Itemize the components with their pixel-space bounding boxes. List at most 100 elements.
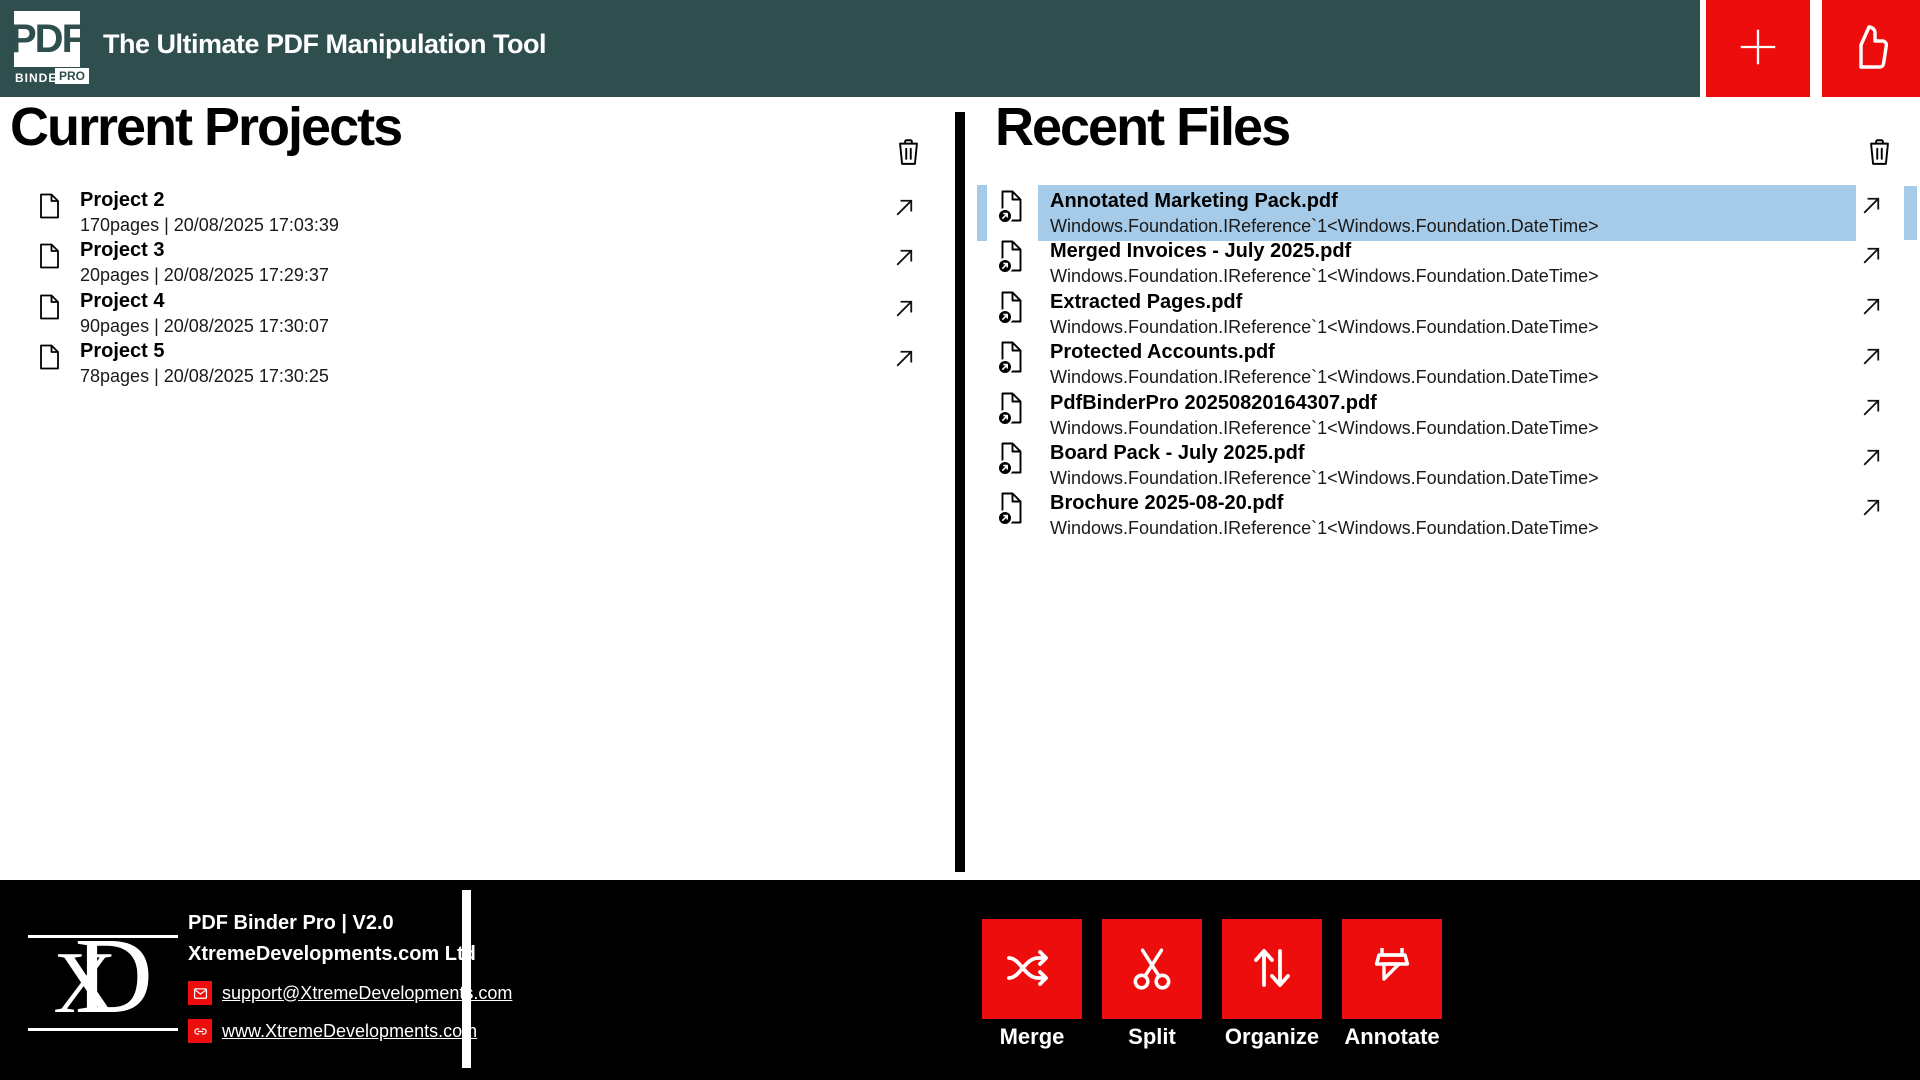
annotate-icon xyxy=(1366,942,1418,997)
file-name: PdfBinderPro 20250820164307.pdf xyxy=(1050,391,1856,416)
split-label: Split xyxy=(1102,1024,1202,1050)
link-icon xyxy=(188,1019,212,1043)
open-arrow-icon xyxy=(1858,409,1885,424)
recent-file-item[interactable]: PdfBinderPro 20250820164307.pdf Windows.… xyxy=(960,388,1920,438)
file-text: Brochure 2025-08-20.pdf Windows.Foundati… xyxy=(1038,487,1856,543)
project-list-item[interactable]: Project 4 90pages | 20/08/2025 17:30:07 xyxy=(0,289,955,339)
annotate-label: Annotate xyxy=(1342,1024,1442,1050)
clear-projects-button[interactable] xyxy=(893,136,923,170)
clear-recent-files-button[interactable] xyxy=(1864,136,1894,170)
project-list-item[interactable]: Project 2 170pages | 20/08/2025 17:03:39 xyxy=(0,188,955,238)
merge-icon xyxy=(1003,943,1061,996)
project-meta: 90pages | 20/08/2025 17:30:07 xyxy=(80,314,329,338)
project-meta: 170pages | 20/08/2025 17:03:39 xyxy=(80,213,339,237)
file-meta: Windows.Foundation.IReference`1<Windows.… xyxy=(1050,365,1856,389)
document-share-icon xyxy=(997,189,1025,229)
file-name: Extracted Pages.pdf xyxy=(1050,290,1856,315)
open-project-button[interactable] xyxy=(891,295,918,325)
open-file-button[interactable] xyxy=(1858,293,1885,323)
file-meta: Windows.Foundation.IReference`1<Windows.… xyxy=(1050,466,1856,490)
plus-icon xyxy=(1735,24,1781,73)
document-share-icon xyxy=(997,340,1025,380)
open-arrow-icon xyxy=(1858,257,1885,272)
file-meta: Windows.Foundation.IReference`1<Windows.… xyxy=(1050,315,1856,339)
file-text: PdfBinderPro 20250820164307.pdf Windows.… xyxy=(1038,387,1856,443)
file-text: Merged Invoices - July 2025.pdf Windows.… xyxy=(1038,235,1856,291)
open-arrow-icon xyxy=(1858,308,1885,323)
file-name: Board Pack - July 2025.pdf xyxy=(1050,441,1856,466)
pdf-binder-pro-window: PDF BINDER PRO The Ultimate PDF Manipula… xyxy=(0,0,1920,1080)
project-meta: 20pages | 20/08/2025 17:29:37 xyxy=(80,263,329,287)
open-file-button[interactable] xyxy=(1858,192,1885,222)
file-name: Brochure 2025-08-20.pdf xyxy=(1050,491,1856,516)
document-icon xyxy=(38,293,61,326)
project-text: Project 3 20pages | 20/08/2025 17:29:37 xyxy=(80,238,329,287)
annotate-action: Annotate xyxy=(1342,919,1442,1050)
xtreme-developments-logo: XD xyxy=(28,935,178,1031)
open-file-button[interactable] xyxy=(1858,494,1885,524)
split-button[interactable] xyxy=(1102,919,1202,1019)
merge-label: Merge xyxy=(982,1024,1082,1050)
recent-file-item[interactable]: Annotated Marketing Pack.pdf Windows.Fou… xyxy=(960,186,1920,236)
merge-button[interactable] xyxy=(982,919,1082,1019)
organize-label: Organize xyxy=(1222,1024,1322,1050)
recent-file-item[interactable]: Merged Invoices - July 2025.pdf Windows.… xyxy=(960,236,1920,286)
project-name: Project 3 xyxy=(80,238,329,263)
split-action: Split xyxy=(1102,919,1202,1050)
open-file-button[interactable] xyxy=(1858,242,1885,272)
scrollbar-thumb[interactable] xyxy=(1904,186,1917,240)
open-project-button[interactable] xyxy=(891,194,918,224)
file-name: Merged Invoices - July 2025.pdf xyxy=(1050,239,1856,264)
trash-icon xyxy=(895,155,922,170)
logo-rule-bottom xyxy=(28,1028,178,1031)
open-project-button[interactable] xyxy=(891,244,918,274)
open-project-button[interactable] xyxy=(891,345,918,375)
split-icon xyxy=(1127,943,1177,996)
thumbs-up-icon xyxy=(1847,23,1895,74)
document-share-icon xyxy=(997,491,1025,531)
app-logo: PDF xyxy=(14,11,80,67)
project-name: Project 5 xyxy=(80,339,329,364)
like-button[interactable] xyxy=(1822,0,1920,97)
open-file-button[interactable] xyxy=(1858,394,1885,424)
project-list-item[interactable]: Project 5 78pages | 20/08/2025 17:30:25 xyxy=(0,339,955,389)
project-meta: 78pages | 20/08/2025 17:30:25 xyxy=(80,364,329,388)
current-projects-title: Current Projects xyxy=(10,98,401,157)
open-arrow-icon xyxy=(891,209,918,224)
document-icon xyxy=(38,192,61,225)
annotate-button[interactable] xyxy=(1342,919,1442,1019)
document-icon xyxy=(38,242,61,275)
recent-file-item[interactable]: Brochure 2025-08-20.pdf Windows.Foundati… xyxy=(960,488,1920,538)
project-text: Project 2 170pages | 20/08/2025 17:03:39 xyxy=(80,188,339,237)
new-project-button[interactable] xyxy=(1706,0,1810,97)
open-file-button[interactable] xyxy=(1858,444,1885,474)
header-brand-area: PDF BINDER PRO The Ultimate PDF Manipula… xyxy=(0,0,1700,97)
file-meta: Windows.Foundation.IReference`1<Windows.… xyxy=(1050,516,1856,540)
website-link[interactable]: www.XtremeDevelopments.com xyxy=(222,1021,477,1042)
recent-file-item[interactable]: Extracted Pages.pdf Windows.Foundation.I… xyxy=(960,287,1920,337)
file-meta: Windows.Foundation.IReference`1<Windows.… xyxy=(1050,214,1856,238)
recent-file-item[interactable]: Board Pack - July 2025.pdf Windows.Found… xyxy=(960,438,1920,488)
open-arrow-icon xyxy=(891,310,918,325)
project-text: Project 4 90pages | 20/08/2025 17:30:07 xyxy=(80,289,329,338)
email-icon xyxy=(188,981,212,1005)
open-arrow-icon xyxy=(1858,207,1885,222)
project-name: Project 2 xyxy=(80,188,339,213)
file-text: Protected Accounts.pdf Windows.Foundatio… xyxy=(1038,336,1856,392)
open-file-button[interactable] xyxy=(1858,343,1885,373)
logo-letter-d: D xyxy=(75,917,153,1036)
header-bar: PDF BINDER PRO The Ultimate PDF Manipula… xyxy=(0,0,1920,97)
organize-action: Organize xyxy=(1222,919,1322,1050)
open-arrow-icon xyxy=(891,360,918,375)
organize-button[interactable] xyxy=(1222,919,1322,1019)
app-title: The Ultimate PDF Manipulation Tool xyxy=(103,29,546,60)
action-buttons: Merge Split xyxy=(982,919,1442,1050)
project-list-item[interactable]: Project 3 20pages | 20/08/2025 17:29:37 xyxy=(0,238,955,288)
open-arrow-icon xyxy=(1858,459,1885,474)
trash-icon xyxy=(1866,155,1893,170)
recent-file-item[interactable]: Protected Accounts.pdf Windows.Foundatio… xyxy=(960,337,1920,387)
file-meta: Windows.Foundation.IReference`1<Windows.… xyxy=(1050,416,1856,440)
project-name: Project 4 xyxy=(80,289,329,314)
open-arrow-icon xyxy=(1858,509,1885,524)
open-arrow-icon xyxy=(1858,358,1885,373)
